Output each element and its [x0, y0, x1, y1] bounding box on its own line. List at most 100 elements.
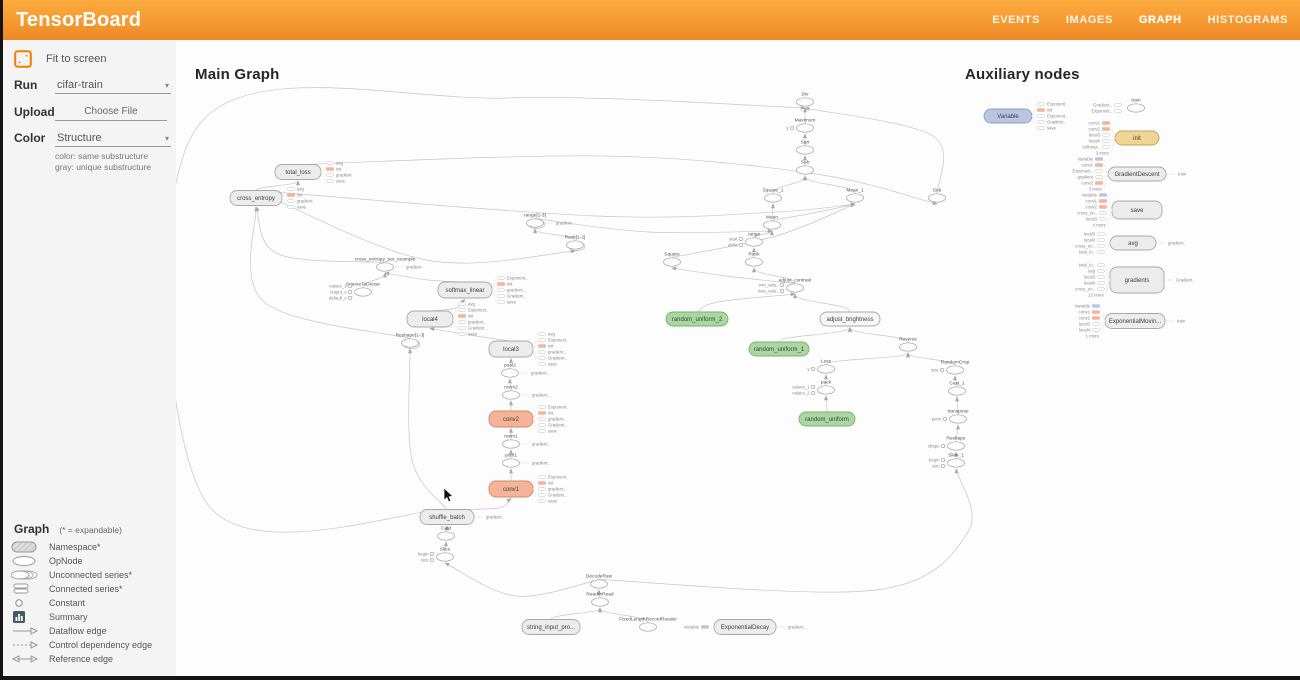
svg-text:Slice: Slice — [440, 547, 451, 553]
node-avg[interactable]: avglocal3local4cross_en..total_lo..gradi… — [1075, 232, 1186, 255]
node-conv2[interactable]: conv2Exponent..initgradient..Gradient..s… — [489, 405, 569, 434]
node-Mean[interactable]: Mean — [764, 215, 781, 230]
legend-subtitle: (* = expandable) — [59, 525, 122, 535]
svg-text:save: save — [297, 205, 307, 210]
node-pack[interactable]: packvalues_1values_2 — [792, 380, 834, 396]
node-RandomCrop[interactable]: RandomCropsize — [931, 360, 970, 375]
node-random_uniform[interactable]: random_uniform — [799, 412, 855, 426]
node-conv1[interactable]: conv1Exponent..initgradient..Gradient..s… — [489, 475, 569, 504]
node-SparseToDense[interactable]: SparseToDensevalues_1output_sdefault_v — [329, 282, 380, 301]
svg-text:local4: local4 — [1084, 238, 1096, 243]
node-ExponentialDecay[interactable]: ExponentialDecayVariablegradient.. — [684, 620, 806, 635]
svg-text:conv2: conv2 — [1086, 205, 1098, 210]
nav-tab-events[interactable]: EVENTS — [992, 14, 1040, 26]
svg-text:values_1: values_1 — [329, 284, 347, 289]
node-adjust_brightness[interactable]: adjust_brightness — [820, 312, 880, 326]
svg-text:norm1: norm1 — [504, 434, 518, 440]
choose-file-button[interactable]: Choose File — [55, 102, 167, 121]
edge-Mean-Mean_1 — [772, 204, 855, 221]
tensorboard-app: { "header": { "title": "TensorBoard", "n… — [0, 0, 1300, 680]
legend-item-label: OpNode — [49, 556, 83, 566]
node-local3[interactable]: local3avgExponent..initgradient..Gradien… — [489, 332, 569, 367]
node-Square_1[interactable]: Square_1 — [763, 188, 784, 203]
svg-text:Reshape: Reshape — [946, 436, 966, 442]
node-init[interactable]: initconv1conv2local3local4softmax..3 mor… — [1083, 121, 1159, 156]
svg-text:local4: local4 — [1089, 139, 1101, 144]
node-Square[interactable]: Square — [664, 252, 681, 267]
svg-text:conv1: conv1 — [1089, 121, 1101, 126]
node-norm2[interactable]: norm2gradient.. — [503, 385, 550, 400]
node-ReaderRead[interactable]: ReaderRead — [586, 592, 614, 607]
node-shuffle_batch[interactable]: shuffle_batchgradient.. — [420, 510, 504, 525]
svg-text:ExponentialMovin...: ExponentialMovin... — [1109, 319, 1162, 325]
edge-total_loss-Sub_1 — [298, 156, 937, 204]
svg-text:Cast_1: Cast_1 — [949, 381, 965, 387]
node-Sub_1[interactable]: Sub — [929, 188, 946, 203]
node-Less[interactable]: Lessy — [807, 359, 834, 374]
node-FixedLengthRecordReader[interactable]: FixedLengthRecordReader — [619, 617, 677, 632]
node-Cast[interactable]: Cast — [438, 526, 455, 541]
svg-text:Exponent..: Exponent.. — [1072, 169, 1093, 174]
svg-text:values_1: values_1 — [792, 385, 810, 390]
node-adjust_contrast[interactable]: adjust_contrastmin_valu..max_valu.. — [758, 278, 812, 294]
node-Reverse[interactable]: Reverse — [899, 337, 917, 352]
nav-tab-graph[interactable]: GRAPH — [1139, 14, 1182, 26]
svg-text:Cast: Cast — [441, 526, 452, 532]
svg-text:ReaderRead: ReaderRead — [586, 592, 614, 598]
node-softmax_linear[interactable]: softmax_linearExponent..initgradient..Gr… — [438, 276, 528, 305]
node-norm1[interactable]: norm1gradient.. — [503, 434, 550, 449]
legend-item: Control dependency edge — [11, 638, 176, 652]
svg-text:avg: avg — [1128, 241, 1138, 247]
node-total_loss[interactable]: total_lossavginitgradientsave — [275, 161, 352, 184]
fit-to-screen-icon[interactable] — [14, 50, 32, 68]
node-Cast_1[interactable]: Cast_1 — [949, 381, 966, 396]
node-Sqrt[interactable]: Sqrt — [797, 140, 814, 155]
node-GradientDescent[interactable]: GradientDescentVariableconv1Exponent..gr… — [1072, 157, 1187, 192]
node-Sub[interactable]: Sub — [797, 160, 814, 175]
opnode-icon — [11, 555, 49, 567]
svg-text:range: range — [748, 232, 761, 238]
node-Mean_1[interactable]: Mean_1 — [846, 188, 864, 203]
node-Rank12[interactable]: Rank[1-2] — [565, 235, 586, 251]
node-transpose[interactable]: transposeperm — [932, 409, 969, 424]
graph-canvas[interactable]: total_lossavginitgradientsave cross_entro… — [176, 40, 1300, 676]
node-Slice[interactable]: Slicebeginsize — [418, 547, 454, 563]
node-DecodeRaw[interactable]: DecodeRaw — [586, 574, 613, 589]
svg-text:norm2: norm2 — [504, 385, 518, 391]
svg-text:Gradient..: Gradient.. — [1176, 278, 1195, 283]
node-Div[interactable]: Div — [797, 92, 814, 107]
svg-text:save: save — [507, 300, 517, 305]
node-cross_entropy_pe[interactable]: cross_entropy_per_examplegradient — [355, 257, 423, 272]
node-Maximum[interactable]: Maximumy — [786, 118, 815, 133]
node-save[interactable]: saveVariableconv1conv2cross_en..local34 … — [1077, 193, 1162, 228]
svg-text:local4: local4 — [1079, 328, 1091, 333]
node-string_input[interactable]: string_input_pro... — [522, 620, 580, 635]
node-random_uniform_1[interactable]: random_uniform_1 — [749, 342, 809, 356]
node-Reshape[interactable]: Reshapeshape — [928, 436, 966, 451]
node-gradients[interactable]: gradientstotal_lo..avglocal3local4cross_… — [1075, 263, 1195, 298]
svg-text:transpose: transpose — [947, 409, 968, 415]
node-Reshape13[interactable]: Reshape[1-3] — [396, 333, 425, 349]
color-select[interactable]: Structure ▾ — [55, 129, 171, 147]
run-select[interactable]: cifar-train ▾ — [55, 76, 171, 94]
node-Variable[interactable]: VariableExponent..initExponent..Gradient… — [984, 102, 1068, 131]
node-random_uniform_2[interactable]: random_uniform_2 — [666, 312, 728, 326]
color-select-value: Structure — [57, 132, 102, 144]
nav-tab-histograms[interactable]: HISTOGRAMS — [1208, 14, 1288, 26]
node-cross_entropy[interactable]: cross_entropyavginitgradientsave — [230, 187, 313, 210]
svg-text:Div: Div — [802, 92, 810, 98]
svg-text:init: init — [1047, 108, 1053, 113]
fit-to-screen-button[interactable]: Fit to screen — [14, 50, 176, 68]
svg-text:conv1: conv1 — [1079, 310, 1091, 315]
svg-text:train: train — [1178, 172, 1187, 177]
node-pool1[interactable]: pool1gradient.. — [503, 453, 550, 468]
node-range[interactable]: rangestartdelta — [728, 232, 762, 248]
graph-legend: Graph (* = expandable) Namespace*OpNodeU… — [3, 522, 176, 666]
node-trainEllipse[interactable]: trainGradient..Exponent.. — [1091, 98, 1144, 114]
node-Slice_1[interactable]: Slice_1beginsize — [929, 453, 965, 469]
node-ExponentialMovin[interactable]: ExponentialMovin...Variableconv1conv2loc… — [1075, 304, 1186, 339]
upload-label: Upload — [14, 105, 55, 119]
edge-adjust_brightness-adjust_contrast — [795, 294, 850, 312]
node-Rank[interactable]: Rank — [746, 252, 763, 267]
nav-tab-images[interactable]: IMAGES — [1066, 14, 1113, 26]
